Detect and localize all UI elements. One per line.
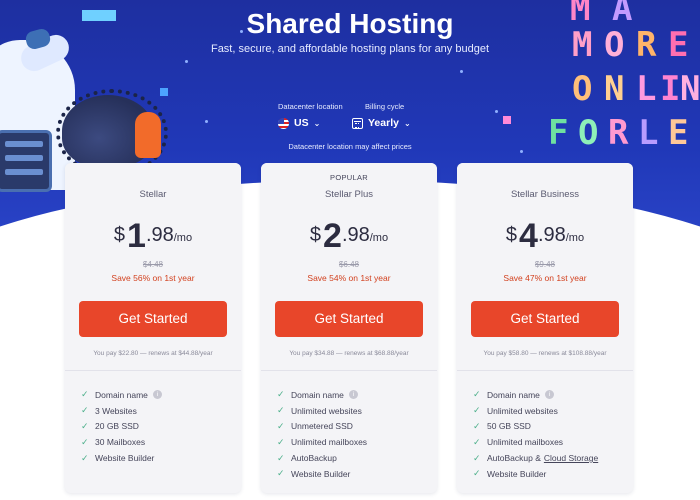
pixel-cube-decoration — [503, 116, 511, 124]
plan-name: Stellar Business — [510, 189, 580, 200]
check-icon: ✓ — [277, 436, 285, 447]
renewal-note: You pay $34.88 — renews at $68.88/year — [289, 350, 409, 357]
us-flag-icon — [278, 117, 289, 129]
plan-price: $2.98/mo — [309, 217, 389, 255]
check-icon: ✓ — [473, 436, 481, 447]
renewal-note: You pay $58.80 — renews at $108.88/year — [483, 350, 607, 357]
renewal-note: You pay $22.80 — renews at $44.88/year — [93, 350, 213, 357]
billing-value: Yearly — [368, 117, 399, 129]
check-icon: ✓ — [277, 452, 285, 463]
page-title: Shared Hosting — [246, 8, 454, 39]
list-item: ✓ Domain name i — [473, 387, 633, 403]
pixel-letter: N — [680, 69, 700, 109]
list-item: ✓ 20 GB SSD — [81, 420, 139, 432]
plan-card-stellar: Stellar $1.98/mo $4.48 Save 56% on 1st y… — [65, 163, 241, 493]
list-item: ✓ Unlimited websites — [277, 405, 362, 416]
chevron-down-icon: ⌄ — [403, 118, 411, 128]
discount-text: Save 56% on 1st year — [111, 273, 195, 283]
info-icon[interactable]: i — [152, 390, 162, 400]
get-started-button[interactable]: Get Started — [79, 301, 227, 337]
check-icon: ✓ — [473, 405, 481, 416]
list-item: ✓ Domain name i — [277, 387, 437, 403]
check-icon: ✓ — [277, 468, 285, 479]
pixel-letter: L — [636, 69, 657, 109]
check-icon: ✓ — [277, 405, 285, 416]
list-item: ✓ 50 GB SSD — [473, 420, 531, 432]
check-icon: ✓ — [473, 468, 481, 479]
list-item: ✓ Website Builder — [473, 468, 547, 479]
plan-price: $1.98/mo — [113, 217, 193, 255]
billing-label: Billing cycle — [365, 102, 405, 111]
check-icon: ✓ — [81, 389, 89, 400]
page-subtitle: Fast, secure, and affordable hosting pla… — [210, 43, 490, 55]
datacenter-note: Datacenter location may affect prices — [288, 142, 412, 151]
check-icon: ✓ — [277, 420, 285, 431]
billing-dropdown[interactable]: Yearly ⌄ — [352, 117, 411, 129]
list-item: ✓ Unlimited mailboxes — [277, 436, 368, 448]
chevron-down-icon: ⌄ — [313, 118, 321, 128]
cloud-storage-link[interactable]: Cloud Storage — [544, 453, 598, 463]
fox-illustration — [135, 112, 161, 158]
discount-text: Save 47% on 1st year — [503, 273, 587, 283]
plan-card-stellar-plus: POPULAR Stellar Plus $2.98/mo $6.48 Save… — [261, 163, 437, 493]
list-item: ✓ Unlimited websites — [473, 405, 558, 416]
feature-list: ✓ Domain name i ✓ Unlimited websites ✓ 50 GB… — [457, 371, 633, 482]
datacenter-selector: Datacenter location US ⌄ — [278, 102, 343, 129]
list-item: ✓ AutoBackup & Cloud Storage — [473, 452, 599, 464]
datacenter-label: Datacenter location — [278, 102, 343, 111]
check-icon: ✓ — [473, 389, 481, 400]
pixel-letter: I — [660, 69, 681, 109]
info-icon[interactable]: i — [348, 390, 358, 400]
info-icon[interactable]: i — [544, 390, 554, 400]
check-icon: ✓ — [81, 420, 89, 431]
discount-text: Save 54% on 1st year — [307, 273, 391, 283]
pixel-cube-decoration — [160, 88, 168, 96]
server-illustration — [0, 130, 52, 192]
list-item: ✓ Website Builder — [81, 452, 155, 464]
feature-list: ✓ Domain name i ✓ Unlimited websites ✓ Unmet… — [261, 371, 437, 482]
billing-selector: Billing cycle Yearly ⌄ — [352, 102, 411, 129]
list-item: ✓ AutoBackup — [277, 452, 337, 464]
plan-card-stellar-business: Stellar Business $4.98/mo $9.48 Save 47%… — [457, 163, 633, 493]
list-item: ✓ Unmetered SSD — [277, 420, 353, 432]
get-started-button[interactable]: Get Started — [275, 301, 423, 337]
datacenter-value: US — [294, 117, 309, 129]
list-item: ✓ Unlimited mailboxes — [473, 436, 564, 448]
check-icon: ✓ — [81, 405, 89, 416]
original-price: $4.48 — [142, 260, 164, 269]
list-item: ✓ Domain name i — [81, 387, 241, 403]
datacenter-dropdown[interactable]: US ⌄ — [278, 117, 343, 129]
check-icon: ✓ — [81, 452, 89, 463]
popular-badge: POPULAR — [330, 173, 368, 182]
check-icon: ✓ — [277, 389, 285, 400]
list-item: ✓ 3 Websites — [81, 405, 137, 416]
original-price: $6.48 — [338, 260, 360, 269]
plan-name: Stellar Plus — [324, 189, 374, 200]
plan-name: Stellar — [139, 189, 167, 200]
pixel-letter: O — [572, 69, 593, 109]
plan-price: $4.98/mo — [505, 217, 585, 255]
pixel-letter: N — [604, 69, 625, 109]
original-price: $9.48 — [534, 260, 556, 269]
list-item: ✓ Website Builder — [277, 468, 351, 479]
feature-list: ✓ Domain name i ✓ 3 Websites ✓ 20 GB SSD ✓ 30… — [65, 371, 241, 466]
check-icon: ✓ — [473, 452, 481, 463]
check-icon: ✓ — [81, 436, 89, 447]
get-started-button[interactable]: Get Started — [471, 301, 619, 337]
list-item: ✓ 30 Mailboxes — [81, 436, 146, 448]
check-icon: ✓ — [473, 420, 481, 431]
calendar-icon — [352, 117, 363, 129]
